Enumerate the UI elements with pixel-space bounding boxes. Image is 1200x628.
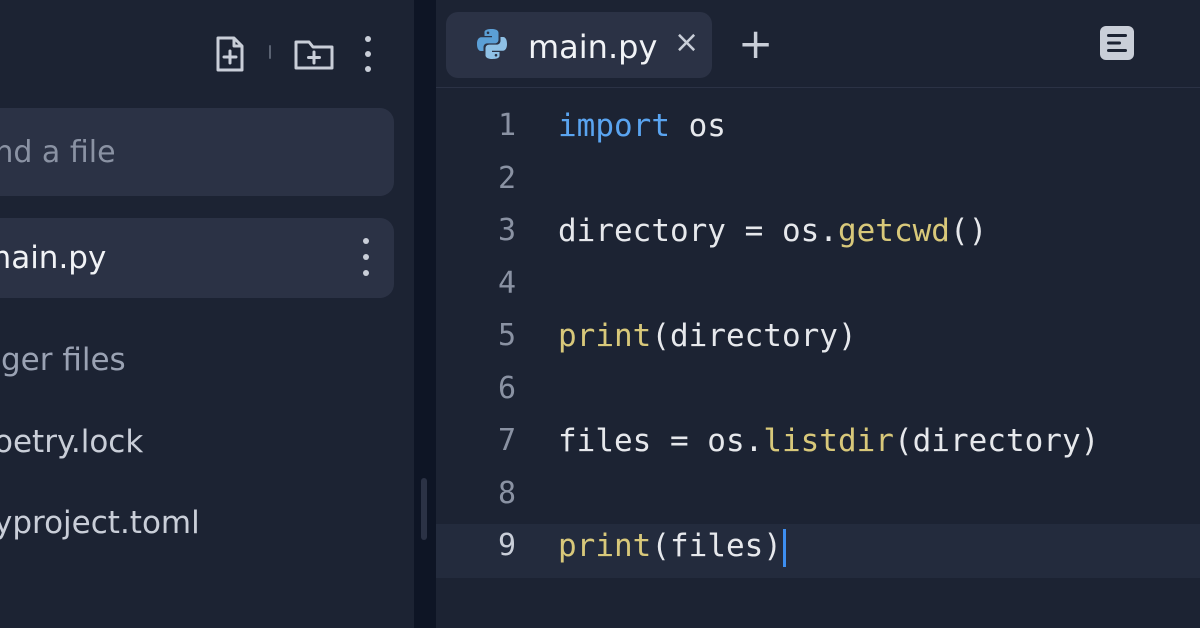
file-item-main-py[interactable]: main.py — [0, 218, 394, 298]
code-token: import — [558, 108, 670, 144]
file-item-poetry-lock[interactable]: oetry.lock — [0, 424, 143, 460]
code-line[interactable]: 4 — [436, 258, 1200, 310]
code-line[interactable]: 5 print(directory) — [436, 310, 1200, 362]
code-token: getcwd — [837, 213, 950, 249]
code-token: print — [558, 318, 652, 354]
tab-main-py[interactable]: main.py × — [446, 12, 712, 78]
new-tab-button[interactable]: + — [738, 23, 773, 65]
line-number: 1 — [497, 108, 516, 143]
close-tab-icon[interactable]: × — [674, 28, 699, 58]
toolbar-separator — [269, 45, 271, 59]
code-line[interactable]: 7 files = os.listdir(directory) — [436, 415, 1200, 467]
sidebar-toolbar — [0, 0, 414, 100]
folder-plus-icon[interactable] — [292, 36, 336, 72]
line-number: 4 — [497, 265, 516, 301]
line-number: 9 — [497, 528, 516, 563]
code-line[interactable]: 8 — [436, 468, 1200, 520]
code-token: () — [949, 213, 988, 249]
search-input[interactable] — [0, 108, 394, 196]
text-cursor — [782, 528, 786, 567]
line-number: 8 — [497, 475, 516, 511]
code-line[interactable]: 9 print(files) — [436, 520, 1200, 572]
code-line[interactable]: 2 — [436, 153, 1200, 205]
code-token: directory = os. — [558, 213, 838, 249]
line-number: 6 — [497, 370, 516, 406]
python-icon — [474, 26, 510, 66]
file-item-label: main.py — [0, 240, 107, 276]
code-token: (directory) — [893, 423, 1100, 459]
line-number: 3 — [497, 213, 516, 248]
code-token: os — [669, 108, 726, 144]
code-token: print — [558, 528, 652, 564]
line-number: 5 — [497, 318, 516, 353]
code-line[interactable]: 1 import os — [436, 100, 1200, 152]
code-area[interactable]: 1 import os 2 3 directory = os.getcwd() 4 5 pri… — [436, 88, 1200, 628]
code-text: print(files) — [558, 528, 786, 567]
code-token: files = os. — [558, 423, 764, 459]
file-plus-icon[interactable] — [212, 34, 248, 74]
tab-label: main.py — [528, 28, 658, 66]
code-line[interactable]: 6 — [436, 363, 1200, 415]
editor-tabbar: main.py × + — [436, 0, 1200, 88]
code-text: files = os.listdir(directory) — [558, 423, 1099, 459]
code-token: listdir — [763, 423, 894, 459]
code-text: import os — [558, 108, 726, 144]
code-text: directory = os.getcwd() — [558, 213, 987, 249]
sidebar-menu-icon[interactable] — [363, 36, 373, 72]
packager-files-header[interactable]: ager files — [0, 342, 126, 378]
file-item-pyproject-toml[interactable]: yproject.toml — [0, 505, 200, 541]
code-editor: main.py × + 1 import os 2 3 directory = os.g… — [436, 0, 1200, 628]
line-number: 7 — [497, 423, 516, 458]
code-token: (directory) — [651, 318, 857, 354]
code-token: (files) — [651, 528, 782, 564]
file-sidebar: main.py ager files oetry.lock yproject.t… — [0, 0, 414, 628]
resize-handle[interactable] — [421, 478, 427, 540]
file-menu-icon[interactable] — [361, 238, 371, 276]
line-number: 2 — [497, 160, 516, 196]
format-icon[interactable] — [1098, 24, 1136, 66]
code-line[interactable]: 3 directory = os.getcwd() — [436, 205, 1200, 257]
file-search-field[interactable] — [0, 108, 394, 196]
code-text: print(directory) — [558, 318, 857, 354]
